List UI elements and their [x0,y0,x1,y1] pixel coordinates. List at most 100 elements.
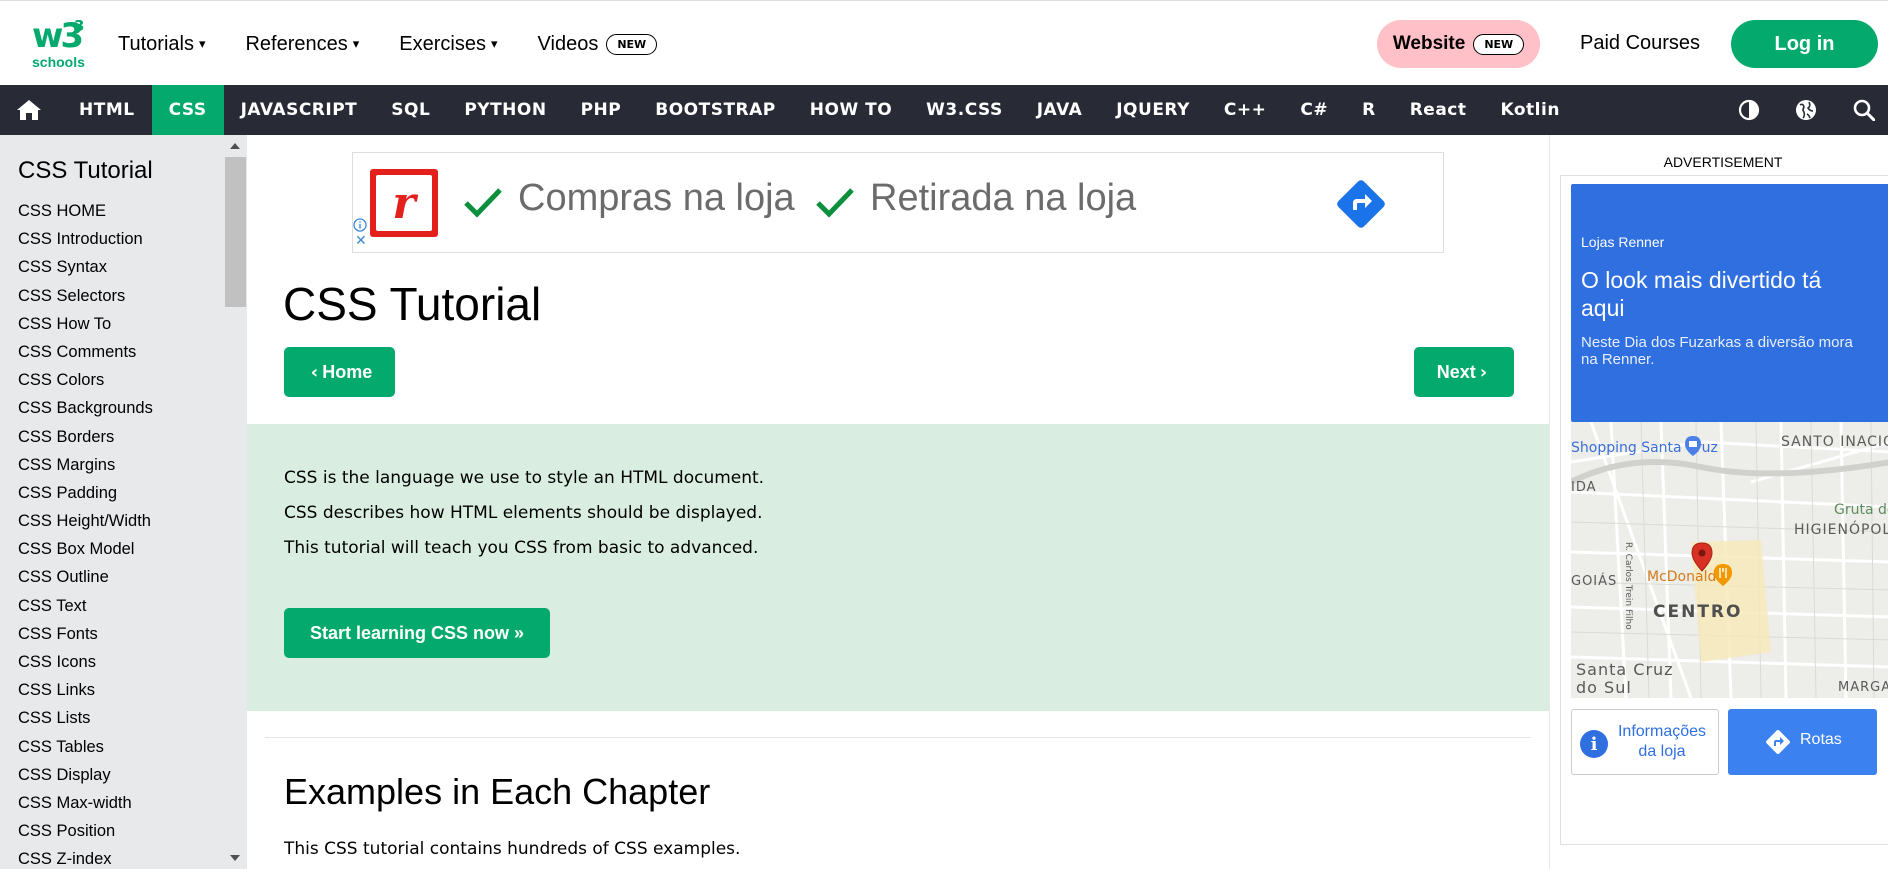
top-nav: Tutorials ▾ References ▾ Exercises ▾ Vid… [118,29,697,59]
website-label: Website [1392,33,1466,54]
sidebar-item-css-introduction[interactable]: CSS Introduction [18,225,153,253]
sidebar-item-css-how-to[interactable]: CSS How To [18,310,153,338]
tab-php[interactable]: PHP [564,85,639,135]
language-nav: HTML CSS JAVASCRIPT SQL PYTHON PHP BOOTSTRAP HO… [0,85,1888,135]
nav-references-label: References [245,32,348,55]
sidebar-item-css-links[interactable]: CSS Links [18,676,153,704]
scroll-up-arrow-icon[interactable] [230,143,240,149]
tab-c#[interactable]: C# [1283,85,1345,135]
website-button[interactable]: Website NEW [1377,20,1540,68]
tab-how-to[interactable]: HOW TO [793,85,909,135]
ad-banner[interactable]: r Compras na loja Retirada na loja ✕ [352,152,1444,253]
tab-r[interactable]: R [1345,85,1393,135]
routes-label: Rotas [1800,731,1842,748]
directions-arrow-icon[interactable] [1334,177,1388,231]
sidebar-item-css-height-width[interactable]: CSS Height/Width [18,507,153,535]
globe-icon[interactable] [1795,99,1817,121]
nav-tutorials[interactable]: Tutorials ▾ [118,29,205,59]
next-button[interactable]: Next › [1414,347,1514,397]
new-badge: NEW [1473,33,1525,55]
sidebar-item-css-syntax[interactable]: CSS Syntax [18,253,153,281]
renner-ad[interactable]: Lojas Renner O look mais divertido tá aq… [1560,175,1888,845]
sidebar-item-css-comments[interactable]: CSS Comments [18,338,153,366]
caret-down-icon: ▾ [491,36,498,51]
tab-sql[interactable]: SQL [374,85,447,135]
ad-close-icon[interactable]: ✕ [355,233,367,249]
contrast-icon[interactable] [1738,99,1760,121]
intro-paragraph: This tutorial will teach you CSS from ba… [284,538,759,558]
routes-button[interactable]: Rotas [1728,709,1877,775]
tab-c++[interactable]: C++ [1207,85,1283,135]
sidebar-item-css-fonts[interactable]: CSS Fonts [18,620,153,648]
logo-text: schools [32,54,85,70]
sidebar-item-css-lists[interactable]: CSS Lists [18,704,153,732]
sidebar-title: CSS Tutorial [18,157,153,184]
sidebar-scrollbar[interactable] [223,135,247,869]
sidebar-item-css-margins[interactable]: CSS Margins [18,451,153,479]
store-info-button[interactable]: i Informações da loja [1571,709,1719,775]
tab-javascript[interactable]: JAVASCRIPT [224,85,375,135]
nav-references[interactable]: References ▾ [245,29,359,59]
paid-courses-link[interactable]: Paid Courses [1580,32,1700,55]
tab-python[interactable]: PYTHON [447,85,563,135]
nav-videos[interactable]: Videos NEW [538,29,658,59]
map-label: GOIÁS [1571,574,1618,589]
directions-icon [1766,730,1790,754]
intro-panel: CSS is the language we use to style an H… [247,424,1549,711]
login-button[interactable]: Log in [1731,20,1878,68]
home-button-label: Home [322,361,373,382]
sidebar: CSS Tutorial CSS HOME CSS Introduction CSS… [0,135,247,869]
home-button[interactable]: ‹ Home [284,347,395,397]
tab-java[interactable]: JAVA [1020,85,1100,135]
tab-jquery[interactable]: JQUERY [1099,85,1207,135]
ad-map[interactable]: Shopping Santa Cruz SANTO INACIO IDA Gru… [1571,422,1888,698]
sidebar-item-css-colors[interactable]: CSS Colors [18,366,153,394]
sidebar-item-css-home[interactable]: CSS HOME [18,197,153,225]
search-icon[interactable] [1853,99,1876,122]
map-label: IDA [1571,480,1597,495]
sidebar-item-css-selectors[interactable]: CSS Selectors [18,282,153,310]
ad-brand: Lojas Renner [1581,234,1665,250]
sidebar-item-css-outline[interactable]: CSS Outline [18,563,153,591]
home-icon[interactable] [16,98,42,122]
start-learning-button[interactable]: Start learning CSS now » [284,608,550,658]
sidebar-item-css-z-index[interactable]: CSS Z-index [18,845,153,869]
sidebar-item-css-borders[interactable]: CSS Borders [18,423,153,451]
sidebar-item-css-tables[interactable]: CSS Tables [18,733,153,761]
sidebar-item-css-display[interactable]: CSS Display [18,761,153,789]
sidebar-item-css-position[interactable]: CSS Position [18,817,153,845]
w3schools-page: w3 3 schools Tutorials ▾ References ▾ Ex… [0,0,1888,869]
checkmark-icon [815,186,855,220]
chevron-left-icon: ‹ [310,361,319,383]
top-header: w3 3 schools Tutorials ▾ References ▾ Ex… [0,0,1888,85]
language-tabs: HTML CSS JAVASCRIPT SQL PYTHON PHP BOOTSTRAP HO… [62,85,1577,135]
sidebar-item-css-icons[interactable]: CSS Icons [18,648,153,676]
ad-info-icon[interactable] [353,218,367,232]
sidebar-item-css-box-model[interactable]: CSS Box Model [18,535,153,563]
tab-bootstrap[interactable]: BOOTSTRAP [638,85,793,135]
map-label: Santa Cruz [1576,660,1674,679]
tab-w3-css[interactable]: W3.CSS [909,85,1020,135]
w3schools-logo[interactable]: w3 3 schools [30,17,86,71]
info-icon: i [1580,730,1608,758]
sidebar-item-css-max-width[interactable]: CSS Max-width [18,789,153,817]
sidebar-item-css-padding[interactable]: CSS Padding [18,479,153,507]
tab-kotlin[interactable]: Kotlin [1484,85,1577,135]
shopping-pin-icon [1684,435,1702,462]
renner-logo-letter: r [392,177,416,229]
tab-css[interactable]: CSS [151,85,224,135]
map-label: Gruta do [1834,502,1888,518]
sidebar-item-css-backgrounds[interactable]: CSS Backgrounds [18,394,153,422]
main-content: r Compras na loja Retirada na loja ✕ CSS… [247,135,1549,869]
map-label: MARGA [1838,680,1888,695]
tab-react[interactable]: React [1393,85,1484,135]
tab-html[interactable]: HTML [62,85,152,135]
scrollbar-thumb[interactable] [225,157,246,307]
ad-headline: O look mais divertido tá aqui [1581,267,1822,321]
sidebar-item-css-text[interactable]: CSS Text [18,592,153,620]
nav-exercises[interactable]: Exercises ▾ [399,29,497,59]
page-title: CSS Tutorial [283,278,542,330]
ad-text-compras: Compras na loja [518,177,795,219]
scroll-down-arrow-icon[interactable] [230,855,240,861]
intro-paragraph: CSS is the language we use to style an H… [284,468,765,488]
